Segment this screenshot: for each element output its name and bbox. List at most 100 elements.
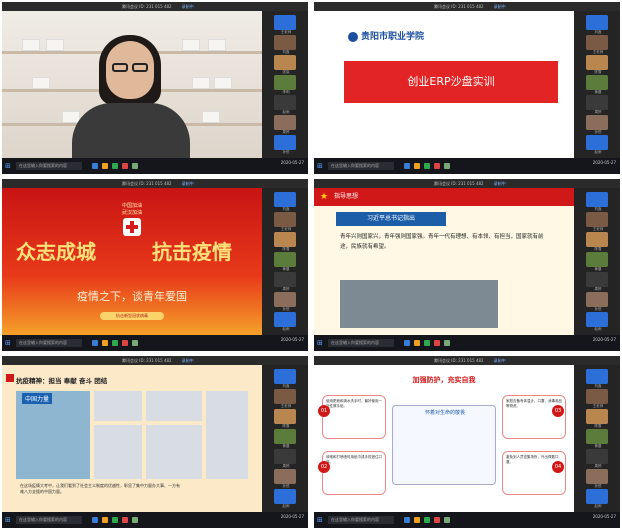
taskbar-app-icon[interactable] (404, 517, 410, 523)
windows-start-icon[interactable]: ⊞ (317, 162, 325, 170)
participant-tile[interactable] (274, 312, 296, 327)
recording-indicator[interactable]: 录制中 (494, 356, 506, 365)
participant-tile[interactable] (586, 449, 608, 464)
taskbar: ⊞ 在这里输入你要搜索的内容 2020-05-27 (314, 335, 620, 351)
participant-tile[interactable] (274, 15, 296, 30)
taskbar-app-icon[interactable] (424, 517, 430, 523)
taskbar-search-box[interactable]: 在这里输入你要搜索的内容 (328, 162, 394, 170)
participant-tile[interactable] (586, 135, 608, 150)
avatar (586, 15, 608, 30)
participant-tile[interactable] (586, 272, 608, 287)
taskbar-app-icon[interactable] (424, 163, 430, 169)
meeting-window-0: 腾讯会议 ID: 231 015 482 录制中 王老师 刘鑫 张晓 李明 赵雨 周婷 孙悦 ⊞ 在… (2, 2, 308, 174)
recording-indicator[interactable]: 录制中 (494, 2, 506, 11)
participant-tile[interactable] (274, 469, 296, 484)
participant-tile[interactable] (274, 252, 296, 267)
taskbar-app-icon[interactable] (102, 517, 108, 523)
avatar (586, 389, 608, 404)
participant-tile[interactable] (586, 15, 608, 30)
taskbar-app-icon[interactable] (102, 340, 108, 346)
participant-tile[interactable] (274, 292, 296, 307)
taskbar-app-icon[interactable] (112, 340, 118, 346)
participant-tile[interactable] (586, 252, 608, 267)
participant-tile[interactable] (274, 135, 296, 150)
taskbar-app-icon[interactable] (112, 517, 118, 523)
taskbar-app-icon[interactable] (122, 340, 128, 346)
taskbar-app-icon[interactable] (414, 163, 420, 169)
participant-tile[interactable] (586, 115, 608, 130)
avatar (274, 232, 296, 247)
participant-tile[interactable] (586, 369, 608, 384)
taskbar-app-icon[interactable] (102, 163, 108, 169)
participant-tile[interactable] (274, 232, 296, 247)
taskbar-search-box[interactable]: 在这里输入你要搜索的内容 (16, 516, 82, 524)
taskbar-app-icon[interactable] (92, 163, 98, 169)
participant-tile[interactable] (274, 212, 296, 227)
participant-tile[interactable] (586, 292, 608, 307)
taskbar-app-icon[interactable] (434, 163, 440, 169)
avatar (586, 115, 608, 130)
taskbar-app-icon[interactable] (414, 340, 420, 346)
taskbar-app-icon[interactable] (404, 163, 410, 169)
participant-tile[interactable] (274, 272, 296, 287)
participant-tile[interactable] (586, 35, 608, 50)
participant-tile[interactable] (586, 389, 608, 404)
windows-start-icon[interactable]: ⊞ (5, 516, 13, 524)
recording-indicator[interactable]: 录制中 (182, 2, 194, 11)
participant-tile[interactable] (274, 389, 296, 404)
windows-start-icon[interactable]: ⊞ (5, 162, 13, 170)
participant-tile[interactable] (274, 449, 296, 464)
participant-tile[interactable] (586, 55, 608, 70)
participant-tile[interactable] (274, 369, 296, 384)
taskbar-app-icon[interactable] (424, 340, 430, 346)
participant-tile[interactable] (586, 489, 608, 504)
participant-tile[interactable] (274, 489, 296, 504)
participant-tile[interactable] (274, 409, 296, 424)
participant-tile[interactable] (586, 212, 608, 227)
participant-tile[interactable] (586, 409, 608, 424)
windows-start-icon[interactable]: ⊞ (5, 339, 13, 347)
taskbar-app-icon[interactable] (444, 163, 450, 169)
taskbar-search-box[interactable]: 在这里输入你要搜索的内容 (328, 516, 394, 524)
participant-tile[interactable] (586, 75, 608, 90)
taskbar-search-box[interactable]: 在这里输入你要搜索的内容 (16, 339, 82, 347)
taskbar-search-box[interactable]: 在这里输入你要搜索的内容 (328, 339, 394, 347)
taskbar-app-icon[interactable] (132, 163, 138, 169)
taskbar-app-icon[interactable] (122, 517, 128, 523)
taskbar-app-icon[interactable] (434, 517, 440, 523)
participant-tile[interactable] (274, 115, 296, 130)
participant-tile[interactable] (586, 312, 608, 327)
photo-label: 中国力量 (22, 393, 53, 404)
taskbar-app-icon[interactable] (444, 340, 450, 346)
taskbar-app-icon[interactable] (112, 163, 118, 169)
taskbar-app-icon[interactable] (132, 340, 138, 346)
taskbar-app-icon[interactable] (92, 517, 98, 523)
participant-tile[interactable] (586, 232, 608, 247)
windows-start-icon[interactable]: ⊞ (317, 339, 325, 347)
taskbar-app-icon[interactable] (92, 340, 98, 346)
meeting-window-1: 腾讯会议 ID: 231 015 482 录制中 贵阳市职业学院 创业ERP沙盘实训刘… (314, 2, 620, 174)
participant-tile[interactable] (586, 192, 608, 207)
participant-tile[interactable] (274, 75, 296, 90)
recording-indicator[interactable]: 录制中 (182, 356, 194, 365)
taskbar-app-icon[interactable] (444, 517, 450, 523)
participant-tile[interactable] (274, 429, 296, 444)
taskbar-app-icon[interactable] (434, 340, 440, 346)
taskbar-search-box[interactable]: 在这里输入你要搜索的内容 (16, 162, 82, 170)
participant-tile[interactable] (274, 192, 296, 207)
recording-indicator[interactable]: 录制中 (494, 179, 506, 188)
news-photo (420, 280, 498, 328)
taskbar-app-icon[interactable] (132, 517, 138, 523)
participant-tile[interactable] (274, 55, 296, 70)
participant-tile[interactable] (274, 35, 296, 50)
participant-tile[interactable] (586, 469, 608, 484)
participant-tile[interactable] (586, 429, 608, 444)
windows-start-icon[interactable]: ⊞ (317, 516, 325, 524)
taskbar-app-icon[interactable] (414, 517, 420, 523)
participant-tile[interactable] (586, 95, 608, 110)
recording-indicator[interactable]: 录制中 (182, 179, 194, 188)
quote-title: 习近平总书记指出 (336, 212, 446, 226)
taskbar-app-icon[interactable] (404, 340, 410, 346)
participant-tile[interactable] (274, 95, 296, 110)
taskbar-app-icon[interactable] (122, 163, 128, 169)
